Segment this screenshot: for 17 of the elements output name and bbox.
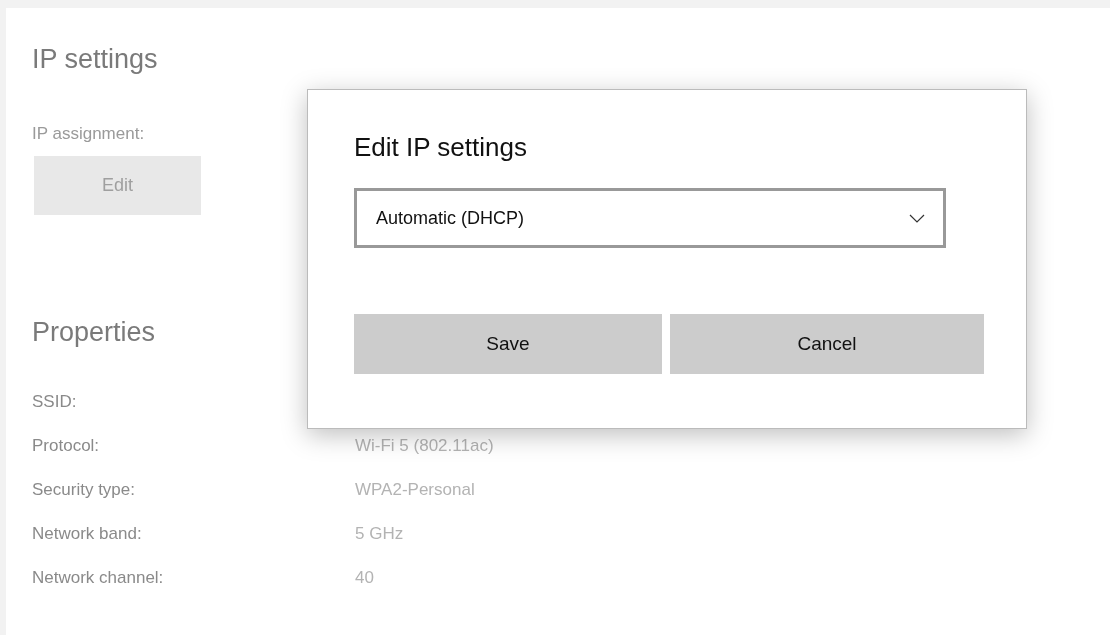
property-label: Network channel: bbox=[32, 568, 165, 588]
property-label: Protocol: bbox=[32, 436, 101, 456]
dialog-title: Edit IP settings bbox=[354, 132, 528, 163]
section-heading: Properties bbox=[32, 317, 156, 349]
property-label: SSID: bbox=[32, 392, 78, 412]
cancel-button[interactable]: Cancel bbox=[670, 314, 984, 374]
field-label: IP assignment: bbox=[32, 124, 145, 144]
property-value: WPA2-Personal bbox=[355, 480, 475, 500]
property-label: Security type: bbox=[32, 480, 136, 500]
chevron-down-icon bbox=[909, 213, 925, 223]
section-heading: IP settings bbox=[32, 44, 158, 76]
property-label: Network band: bbox=[32, 524, 143, 544]
dropdown[interactable]: Automatic (DHCP) bbox=[354, 188, 946, 248]
property-value: Wi-Fi 5 (802.11ac) bbox=[355, 436, 494, 456]
property-value: 5 GHz bbox=[355, 524, 404, 544]
save-button[interactable]: Save bbox=[354, 314, 662, 374]
property-value: 40 bbox=[355, 568, 374, 588]
